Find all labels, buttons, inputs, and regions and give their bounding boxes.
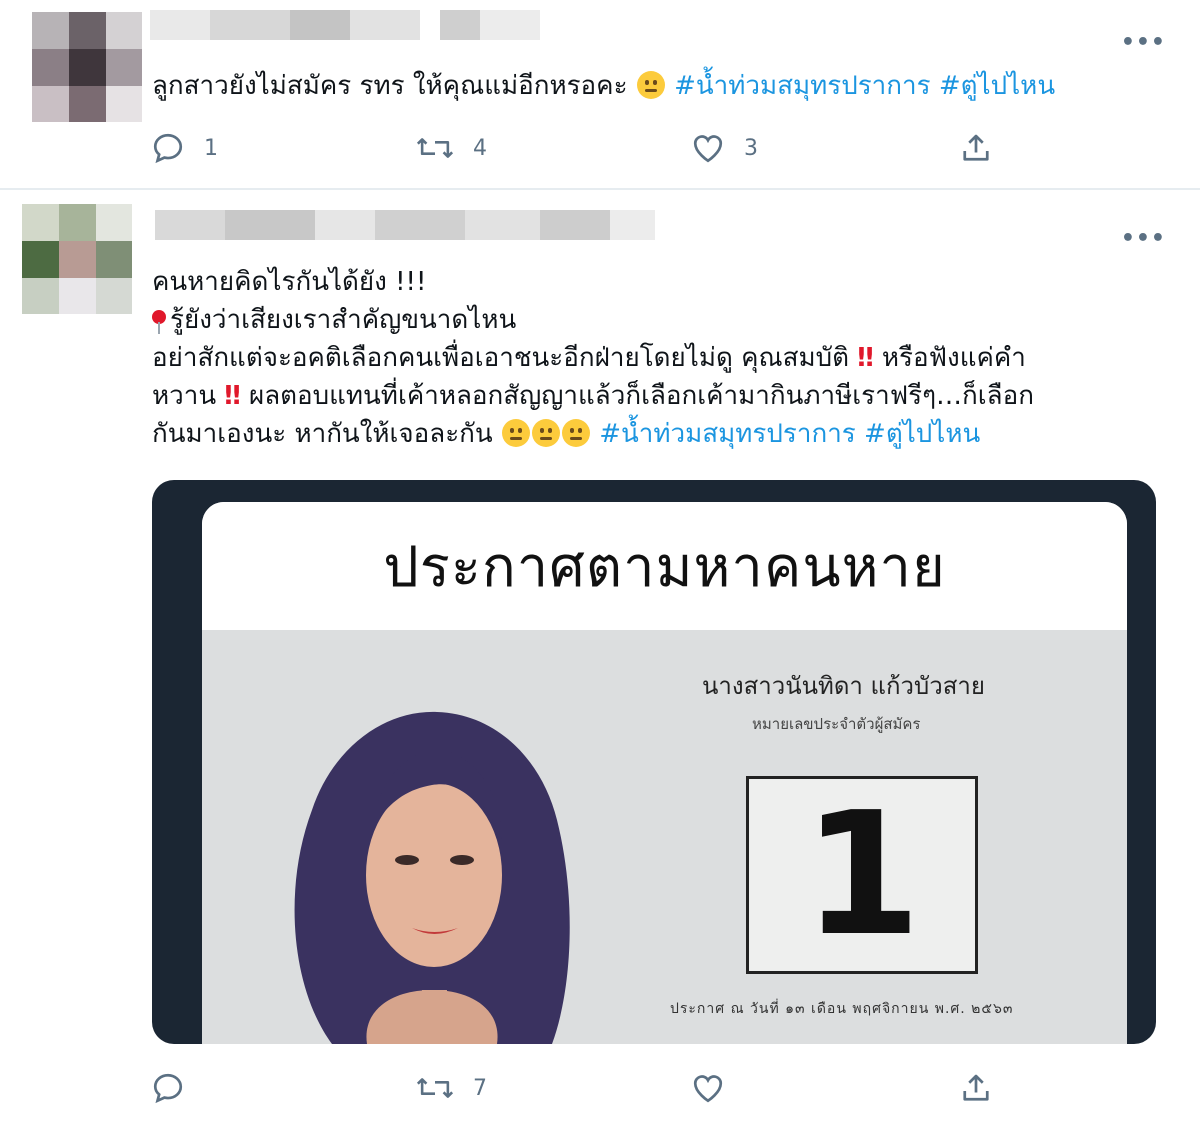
tweet[interactable]: ••• ลูกสาวยังไม่สมัคร รทร ให้คุณแม่อีกหร… (0, 0, 1200, 190)
confused-face-emoji-icon (561, 419, 590, 447)
heart-icon (690, 1070, 726, 1106)
tweet-line: รู้ยังว่าเสียงเราสำคัญขนาดไหน (152, 301, 1142, 339)
tweet-line: คนหายคิดไรกันได้ยัง !!! (152, 267, 427, 297)
share-icon (958, 1070, 994, 1106)
tweet[interactable]: ••• คนหายคิดไรกันได้ยัง !!! รู้ยังว่าเสี… (0, 192, 1200, 1121)
share-button[interactable] (958, 128, 994, 168)
tweet-line: อย่าสักแต่จะอคติเลือกคนเพื่อเอาชนะอีกฝ่า… (152, 339, 1142, 377)
reply-count: 1 (204, 135, 218, 161)
retweet-count: 4 (473, 135, 487, 161)
like-count: 3 (744, 135, 758, 161)
poster-header: ประกาศตามหาคนหาย (202, 502, 1127, 630)
more-options-icon[interactable]: ••• (1121, 226, 1166, 251)
tweet-media-image[interactable]: ประกาศตามหาคนหาย นางสาวนันทิดา แก้วบัวสา… (152, 480, 1156, 1044)
tweet-line: กันมาเองนะ หากันให้เจอละกัน #น้ำท่วมสมุท… (152, 415, 1142, 453)
share-icon (958, 130, 994, 166)
like-button[interactable]: 3 (690, 128, 758, 168)
confused-face-emoji-icon (501, 419, 530, 447)
tweet-line-text: หวาน (152, 381, 225, 411)
tweet-actions: 1 4 3 (150, 128, 1050, 168)
reply-button[interactable] (150, 1068, 204, 1108)
tweet-body: ลูกสาวยังไม่สมัคร รทร ให้คุณแม่อีกหรอคะ (152, 71, 636, 101)
retweet-button[interactable]: 4 (415, 128, 487, 168)
eye-roll-emoji-icon (636, 71, 665, 99)
more-options-icon[interactable]: ••• (1121, 30, 1166, 55)
candidate-number: 1 (802, 776, 922, 974)
missing-person-poster: ประกาศตามหาคนหาย นางสาวนันทิดา แก้วบัวสา… (202, 502, 1127, 1044)
heart-icon (690, 130, 726, 166)
reply-icon (150, 130, 186, 166)
poster-title: ประกาศตามหาคนหาย (383, 534, 946, 600)
like-button[interactable] (690, 1068, 744, 1108)
tweet-actions: 7 (150, 1068, 1050, 1108)
share-button[interactable] (958, 1068, 994, 1108)
avatar[interactable] (22, 204, 132, 314)
reply-button[interactable]: 1 (150, 128, 218, 168)
retweet-count: 7 (473, 1075, 487, 1101)
tweet-line: หวาน ‼ ผลตอบแทนที่เค้าหลอกสัญญาแล้วก็เลื… (152, 377, 1142, 415)
hashtag-link[interactable]: #น้ำท่วมสมุทรปราการ (674, 71, 931, 101)
announcement-date: ประกาศ ณ วันที่ ๑๓ เดือน พฤศจิกายน พ.ศ. … (670, 1001, 1014, 1017)
tweet-line-text: อย่าสักแต่จะอคติเลือกคนเพื่อเอาชนะอีกฝ่า… (152, 343, 858, 373)
confused-face-emoji-icon (531, 419, 560, 447)
tweet-line-text: ผลตอบแทนที่เค้าหลอกสัญญาแล้วก็เลือกเค้าม… (240, 381, 1034, 411)
tweet-text: ลูกสาวยังไม่สมัคร รทร ให้คุณแม่อีกหรอคะ … (152, 67, 1142, 105)
avatar[interactable] (32, 12, 142, 122)
tweet-line-text: หรือฟังแค่คำ (873, 343, 1026, 373)
retweet-button[interactable]: 7 (415, 1068, 487, 1108)
tweet-line-text: กันมาเองนะ หากันให้เจอละกัน (152, 419, 501, 449)
hashtag-link[interactable]: #ตู่ไปไหน (864, 419, 980, 449)
candidate-portrait (294, 711, 570, 1044)
retweet-icon (415, 130, 455, 166)
poster-body: นางสาวนันทิดา แก้วบัวสาย หมายเลขประจำตัว… (202, 630, 1127, 1044)
candidate-number-label: หมายเลขประจำตัวผู้สมัคร (752, 715, 921, 733)
hashtag-link[interactable]: #ตู่ไปไหน (939, 71, 1055, 101)
candidate-name: นางสาวนันทิดา แก้วบัวสาย (702, 672, 985, 700)
tweet-text: คนหายคิดไรกันได้ยัง !!! รู้ยังว่าเสียงเร… (152, 263, 1142, 453)
retweet-icon (415, 1070, 455, 1106)
candidate-number-box: 1 (746, 776, 978, 974)
reply-icon (150, 1070, 186, 1106)
pushpin-icon (152, 310, 166, 334)
double-exclamation-icon: ‼ (224, 381, 241, 411)
hashtag-link[interactable]: #น้ำท่วมสมุทรปราการ (599, 419, 856, 449)
double-exclamation-icon: ‼ (857, 343, 874, 373)
tweet-line-text: รู้ยังว่าเสียงเราสำคัญขนาดไหน (170, 305, 517, 335)
